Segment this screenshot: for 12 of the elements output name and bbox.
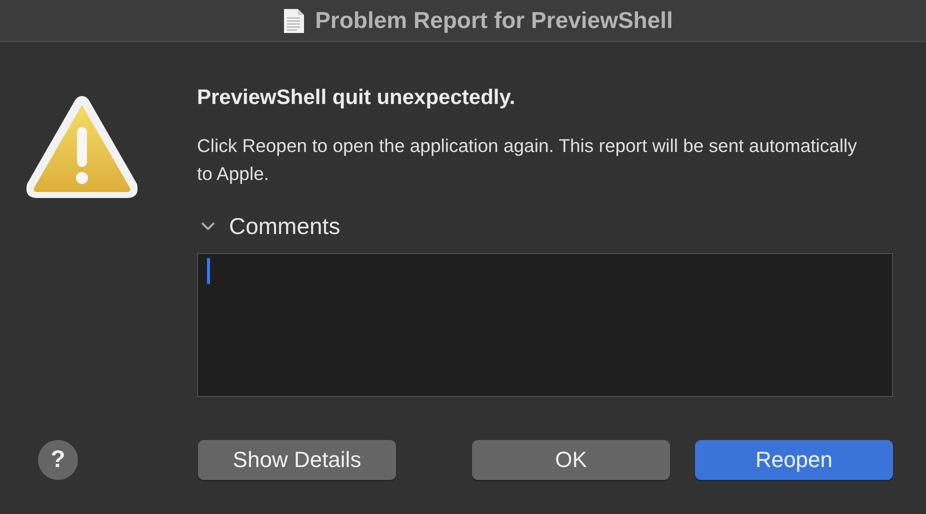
comments-field[interactable] [197,253,893,397]
document-icon [283,8,306,34]
window-title: Problem Report for PreviewShell [315,7,673,34]
error-message: Click Reopen to open the application again. This report will be sent automatically to Apple. [197,134,857,186]
dialog-button[interactable]: Show Details [198,440,396,480]
comments-toggle[interactable]: Comments [197,212,346,241]
reopen-button[interactable]: Reopen [695,440,893,480]
error-heading: PreviewShell quit unexpectedly. [197,86,516,111]
text-cursor [207,258,210,284]
chevron-icon [201,222,215,231]
help-button[interactable]: ? [38,440,78,480]
dialog-button[interactable]: OK [472,440,670,480]
